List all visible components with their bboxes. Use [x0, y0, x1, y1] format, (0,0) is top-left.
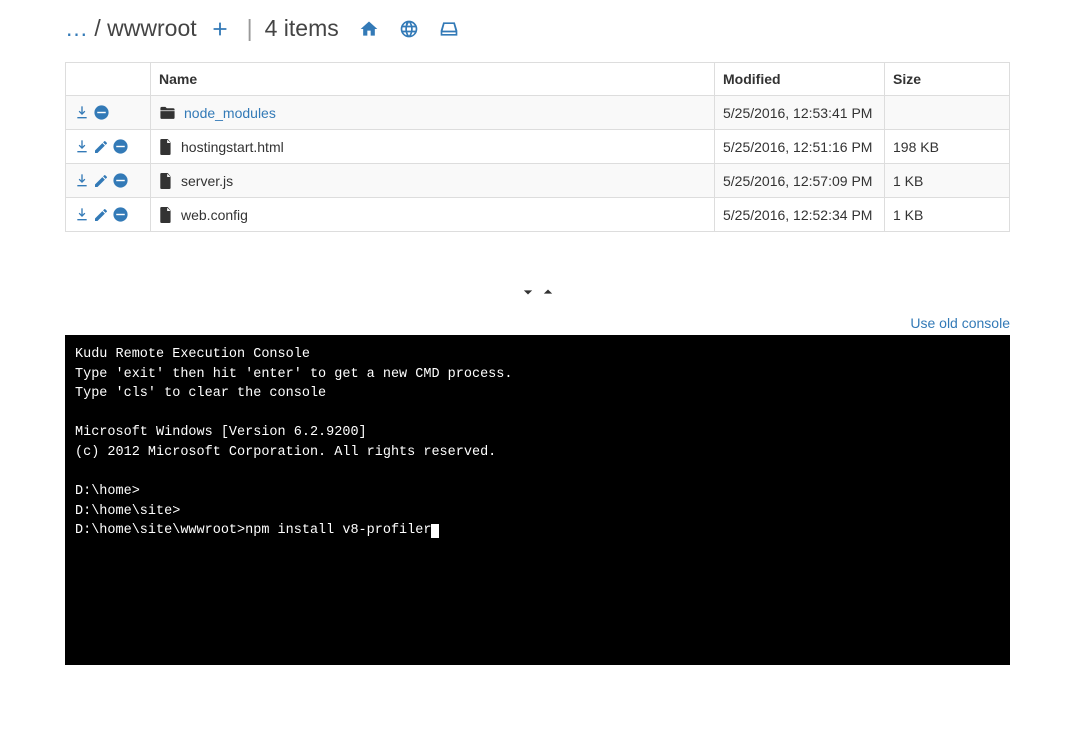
- delete-icon[interactable]: [93, 104, 110, 121]
- breadcrumb-ellipsis[interactable]: …: [65, 15, 88, 41]
- file-icon: [159, 207, 173, 223]
- breadcrumb: … / wwwroot | 4 items: [65, 0, 1010, 62]
- header-modified[interactable]: Modified: [715, 63, 885, 96]
- header-name[interactable]: Name: [151, 63, 715, 96]
- file-name: hostingstart.html: [181, 139, 284, 155]
- file-icon: [159, 139, 173, 155]
- console-cursor: [431, 524, 439, 538]
- download-icon[interactable]: [74, 173, 90, 189]
- file-icon: [159, 173, 173, 189]
- file-name: server.js: [181, 173, 233, 189]
- breadcrumb-current: wwwroot: [107, 15, 196, 41]
- use-old-console-link[interactable]: Use old console: [910, 315, 1010, 331]
- delete-icon[interactable]: [112, 172, 129, 189]
- items-count: 4 items: [265, 15, 339, 42]
- table-row: server.js 5/25/2016, 12:57:09 PM1 KB: [66, 164, 1010, 198]
- size-cell: 1 KB: [885, 164, 1010, 198]
- expand-up-icon[interactable]: [538, 282, 558, 302]
- download-icon[interactable]: [74, 105, 90, 121]
- file-name: web.config: [181, 207, 248, 223]
- download-icon[interactable]: [74, 207, 90, 223]
- download-icon[interactable]: [74, 139, 90, 155]
- table-row: web.config 5/25/2016, 12:52:34 PM1 KB: [66, 198, 1010, 232]
- table-row: hostingstart.html 5/25/2016, 12:51:16 PM1…: [66, 130, 1010, 164]
- divider: |: [247, 15, 253, 42]
- modified-cell: 5/25/2016, 12:51:16 PM: [715, 130, 885, 164]
- header-actions: [66, 63, 151, 96]
- delete-icon[interactable]: [112, 206, 129, 223]
- modified-cell: 5/25/2016, 12:53:41 PM: [715, 96, 885, 130]
- edit-icon[interactable]: [93, 207, 109, 223]
- edit-icon[interactable]: [93, 173, 109, 189]
- expand-down-icon[interactable]: [518, 282, 538, 302]
- modified-cell: 5/25/2016, 12:57:09 PM: [715, 164, 885, 198]
- disk-icon[interactable]: [439, 19, 459, 39]
- file-table: Name Modified Size node_modules 5/25/2016…: [65, 62, 1010, 232]
- delete-icon[interactable]: [112, 138, 129, 155]
- size-cell: 1 KB: [885, 198, 1010, 232]
- header-size[interactable]: Size: [885, 63, 1010, 96]
- edit-icon[interactable]: [93, 139, 109, 155]
- globe-icon[interactable]: [399, 19, 419, 39]
- console[interactable]: Kudu Remote Execution Console Type 'exit…: [65, 335, 1010, 665]
- table-row: node_modules 5/25/2016, 12:53:41 PM: [66, 96, 1010, 130]
- splitter: [65, 232, 1010, 311]
- home-icon[interactable]: [359, 19, 379, 39]
- modified-cell: 5/25/2016, 12:52:34 PM: [715, 198, 885, 232]
- add-icon[interactable]: [209, 18, 231, 40]
- size-cell: 198 KB: [885, 130, 1010, 164]
- breadcrumb-separator: /: [94, 15, 100, 41]
- size-cell: [885, 96, 1010, 130]
- folder-icon: [159, 105, 176, 120]
- file-name[interactable]: node_modules: [184, 105, 276, 121]
